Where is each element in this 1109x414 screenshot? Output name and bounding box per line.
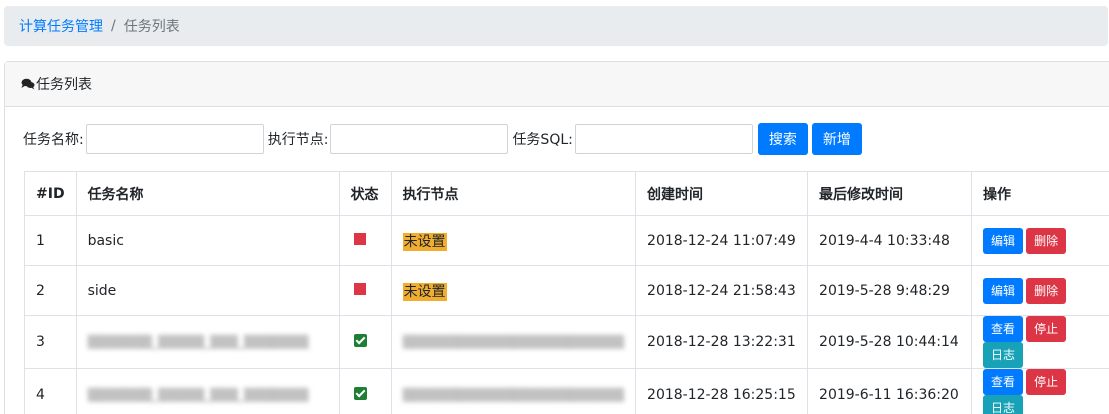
breadcrumb-separator: / xyxy=(111,18,116,34)
delete-button[interactable]: 删除 xyxy=(1026,227,1067,254)
col-header-created: 创建时间 xyxy=(635,171,809,216)
cell-name: ▒▒▒▒▒▒▒_▒▒▒▒▒_▒▒▒_▒▒▒▒▒▒▒ xyxy=(75,368,340,414)
cell-actions: 编辑 删除 xyxy=(971,265,1109,316)
col-header-modified: 最后修改时间 xyxy=(807,171,973,216)
comments-icon xyxy=(21,78,35,90)
task-sql-input[interactable] xyxy=(574,124,753,154)
edit-button[interactable]: 编辑 xyxy=(983,227,1024,254)
table-row: 3 ▒▒▒▒▒▒▒_▒▒▒▒▒_▒▒▒_▒▒▒▒▒▒▒ ▒▒▒▒▒▒▒▒▒▒▒▒▒▒… xyxy=(24,315,1109,369)
view-button[interactable]: 查看 xyxy=(983,316,1024,342)
breadcrumb: 计算任务管理 / 任务列表 xyxy=(4,6,1108,46)
breadcrumb-root-link[interactable]: 计算任务管理 xyxy=(19,16,103,36)
redacted-node: ▒▒▒▒▒▒▒▒▒▒▒▒▒▒▒▒▒▒▒▒▒▒▒▒ xyxy=(402,335,625,349)
cell-id: 2 xyxy=(24,265,77,316)
cell-node: 未设置 xyxy=(390,265,637,316)
search-button[interactable]: 搜索 xyxy=(757,123,808,155)
stopped-square-icon xyxy=(353,282,366,295)
col-header-status: 状态 xyxy=(338,171,392,216)
cell-modified: 2019-4-4 10:33:48 xyxy=(807,215,973,266)
col-header-actions: 操作 xyxy=(971,171,1109,216)
view-button[interactable]: 查看 xyxy=(983,369,1024,395)
delete-button[interactable]: 删除 xyxy=(1026,277,1067,304)
log-button[interactable]: 日志 xyxy=(983,342,1024,368)
col-header-id: #ID xyxy=(24,171,77,216)
cell-id: 3 xyxy=(24,315,77,369)
cell-created: 2018-12-28 13:22:31 xyxy=(635,315,809,369)
card-title: 任务列表 xyxy=(36,77,92,93)
cell-created: 2018-12-28 16:25:15 xyxy=(635,368,809,414)
table-row: 1 basic 未设置 2018-12-24 11:07:49 2019-4-4 10:… xyxy=(24,215,1109,266)
running-check-icon xyxy=(353,333,367,347)
task-name-label: 任务名称: xyxy=(23,132,84,148)
cell-actions: 查看 停止日志 xyxy=(971,315,1109,369)
col-header-node: 执行节点 xyxy=(390,171,637,216)
cell-name: ▒▒▒▒▒▒▒_▒▒▒▒▒_▒▒▒_▒▒▒▒▒▒▒ xyxy=(75,315,340,369)
log-button[interactable]: 日志 xyxy=(983,395,1024,414)
redacted-node: ▒▒▒▒▒▒▒▒▒▒▒▒▒▒▒▒▒▒▒▒▒▒▒▒ xyxy=(402,388,625,402)
exec-node-input[interactable] xyxy=(330,124,509,154)
redacted-task-name: ▒▒▒▒▒▒▒_▒▒▒▒▒_▒▒▒_▒▒▒▒▒▒▒ xyxy=(87,388,309,402)
running-check-icon xyxy=(353,386,367,400)
cell-modified: 2019-6-11 16:36:20 xyxy=(807,368,973,414)
cell-status xyxy=(338,215,392,266)
redacted-task-name: ▒▒▒▒▒▒▒_▒▒▒▒▒_▒▒▒_▒▒▒▒▒▒▒ xyxy=(87,335,309,349)
task-list-card: 任务列表 任务名称: 执行节点: 任务SQL: 搜索 新增 #ID 任务名称 状… xyxy=(4,61,1109,414)
cell-actions: 查看 停止日志 xyxy=(971,368,1109,414)
cell-status xyxy=(338,315,392,369)
cell-status xyxy=(338,368,392,414)
task-name-input[interactable] xyxy=(85,124,264,154)
cell-modified: 2019-5-28 10:44:14 xyxy=(807,315,973,369)
breadcrumb-current: 任务列表 xyxy=(123,19,180,35)
task-sql-label: 任务SQL: xyxy=(512,132,573,148)
exec-node-label: 执行节点: xyxy=(267,132,329,148)
card-header: 任务列表 xyxy=(5,62,1109,107)
cell-node: ▒▒▒▒▒▒▒▒▒▒▒▒▒▒▒▒▒▒▒▒▒▒▒▒ xyxy=(390,315,637,369)
cell-created: 2018-12-24 21:58:43 xyxy=(635,265,809,316)
stop-button[interactable]: 停止 xyxy=(1026,316,1067,342)
node-unset-badge: 未设置 xyxy=(402,282,447,301)
cell-name: basic xyxy=(75,215,340,266)
search-form: 任务名称: 执行节点: 任务SQL: 搜索 新增 xyxy=(23,123,862,155)
table-row: 4 ▒▒▒▒▒▒▒_▒▒▒▒▒_▒▒▒_▒▒▒▒▒▒▒ ▒▒▒▒▒▒▒▒▒▒▒▒▒▒… xyxy=(24,368,1109,414)
table-row: 2 side 未设置 2018-12-24 21:58:43 2019-5-28 9:4… xyxy=(24,265,1109,316)
stop-button[interactable]: 停止 xyxy=(1026,369,1067,395)
node-unset-badge: 未设置 xyxy=(402,232,447,251)
col-header-name: 任务名称 xyxy=(75,171,340,216)
cell-name: side xyxy=(75,265,340,316)
table-header-row: #ID 任务名称 状态 执行节点 创建时间 最后修改时间 操作 xyxy=(24,171,1109,216)
cell-id: 1 xyxy=(24,215,77,266)
edit-button[interactable]: 编辑 xyxy=(983,277,1024,304)
cell-status xyxy=(338,265,392,316)
cell-actions: 编辑 删除 xyxy=(971,215,1109,266)
cell-created: 2018-12-24 11:07:49 xyxy=(635,215,809,266)
cell-node: ▒▒▒▒▒▒▒▒▒▒▒▒▒▒▒▒▒▒▒▒▒▒▒▒ xyxy=(390,368,637,414)
task-table: #ID 任务名称 状态 执行节点 创建时间 最后修改时间 操作 1 basic 未设… xyxy=(24,171,1109,414)
add-button[interactable]: 新增 xyxy=(811,123,862,155)
cell-node: 未设置 xyxy=(390,215,637,266)
cell-id: 4 xyxy=(24,368,77,414)
stopped-square-icon xyxy=(353,232,366,245)
cell-modified: 2019-5-28 9:48:29 xyxy=(807,265,973,316)
